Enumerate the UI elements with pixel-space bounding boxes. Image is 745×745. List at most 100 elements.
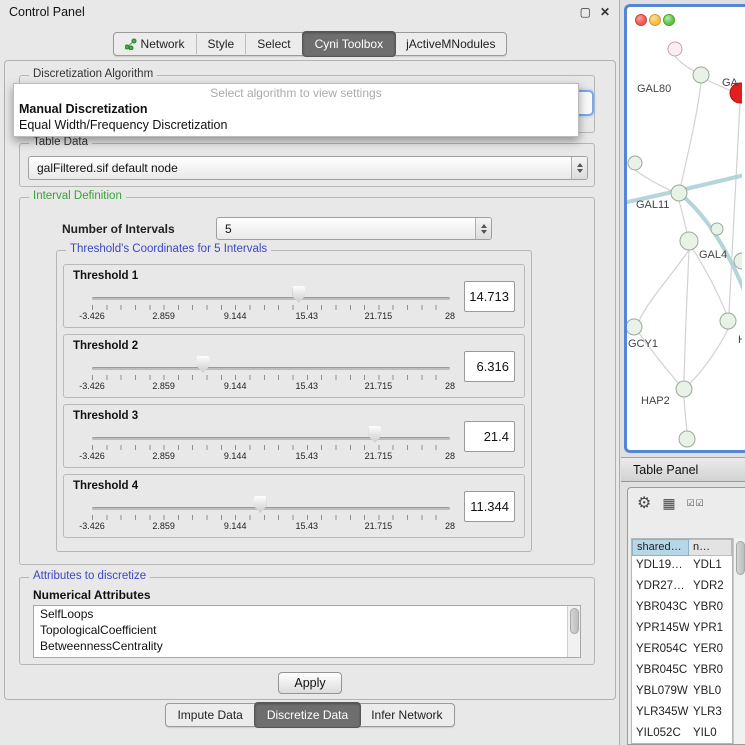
gear-icon[interactable]: ⚙ [637,493,651,513]
table-row[interactable]: YIL052CYIL0 [632,724,732,744]
table-cell: YBL0 [689,682,732,703]
slider-track[interactable] [92,367,450,370]
network-node[interactable] [676,381,692,397]
scrollbar-thumb[interactable] [570,608,579,634]
table-row[interactable]: YBR045CYBR0 [632,661,732,682]
tab-jactivemnodules[interactable]: jActiveMNodules [395,34,506,54]
slider-track[interactable] [92,437,450,440]
table-scrollbar[interactable] [733,538,745,744]
tick-label: 28 [445,311,455,321]
table-cell: YPR1 [689,619,732,640]
tick-label: 21.715 [365,451,393,461]
table-cell: YDL1 [689,556,732,577]
float-window-icon[interactable]: ▢ [580,5,591,19]
tick-label: 9.144 [224,521,247,531]
column-header-name[interactable]: n… [689,539,732,556]
network-node[interactable] [711,223,723,235]
node-label: GAL80 [637,83,671,95]
network-node[interactable] [679,431,695,447]
network-canvas[interactable]: GAL80GAGAL11GAL4GCY1HHAP2 [627,7,742,450]
scrollbar-thumb[interactable] [736,541,745,575]
tab-cyni-toolbox[interactable]: Cyni Toolbox [302,31,396,57]
slider-thumb-icon[interactable] [292,286,305,303]
network-edge[interactable] [690,329,728,383]
minimize-traffic-light-icon[interactable] [649,14,661,26]
slider-ticks [92,515,450,520]
tab-network[interactable]: Network [114,34,197,54]
network-node[interactable] [668,42,682,56]
control-panel-titlebar: Control Panel ▢ ✕ [0,0,619,24]
list-scrollbar[interactable] [567,606,580,657]
table-row[interactable]: YBL079WYBL0 [632,682,732,703]
table-row[interactable]: YDL19…YDL1 [632,556,732,577]
table-data-select[interactable]: galFiltered.sif default node [28,156,588,180]
threshold-value-input[interactable]: 6.316 [464,351,515,382]
slider-track[interactable] [92,297,450,300]
threshold-slider[interactable]: -3.4262.8599.14415.4321.71528 [92,355,450,397]
slider-track[interactable] [92,507,450,510]
list-item[interactable]: BetweennessCentrality [34,638,580,654]
combo-stepper-icon[interactable] [475,218,491,239]
select-columns-checkboxes-icon[interactable]: ☑☑ [687,498,705,509]
table-row[interactable]: YER054CYER0 [632,640,732,661]
tab-infer-network[interactable]: Infer Network [360,705,453,725]
tab-select[interactable]: Select [246,34,302,54]
number-of-intervals-select[interactable]: 5 [216,217,492,240]
slider-thumb-icon[interactable] [254,496,267,513]
threshold-value-input[interactable]: 11.344 [464,491,515,522]
network-edge[interactable] [681,83,701,185]
network-node[interactable] [720,313,736,329]
threshold-slider[interactable]: -3.4262.8599.14415.4321.71528 [92,285,450,327]
table-cell: YER054C [632,640,689,661]
network-edge[interactable] [684,250,689,381]
network-node[interactable] [627,319,642,335]
slider-thumb-icon[interactable] [196,356,209,373]
numerical-attributes-list[interactable]: SelfLoopsTopologicalCoefficientBetweenne… [33,605,581,658]
network-node[interactable] [680,232,698,250]
network-edge[interactable] [635,170,672,191]
table-cell: YLR345W [632,703,689,724]
network-view-window[interactable]: GAL80GAGAL11GAL4GCY1HHAP2 [624,4,745,453]
interval-definition-group: Interval Definition Number of Intervals … [19,197,595,565]
zoom-traffic-light-icon[interactable] [663,14,675,26]
tick-label: 9.144 [224,381,247,391]
apply-button[interactable]: Apply [278,672,342,694]
close-traffic-light-icon[interactable] [635,14,647,26]
threshold-label: Threshold 1 [73,270,138,282]
threshold-panel: Threshold 3-3.4262.8599.14415.4321.71528… [63,404,525,468]
algorithm-option[interactable]: Equal Width/Frequency Discretization [14,117,578,133]
table-data-group-label: Table Data [29,136,92,148]
network-edge[interactable] [679,201,687,233]
network-node[interactable] [671,185,687,201]
network-node[interactable] [693,67,709,83]
table-row[interactable]: YDR27…YDR2 [632,577,732,598]
table-row[interactable]: YLR345WYLR3 [632,703,732,724]
threshold-value-input[interactable]: 14.713 [464,281,515,312]
threshold-slider[interactable]: -3.4262.8599.14415.4321.71528 [92,425,450,467]
column-header-shared-name[interactable]: shared… [632,539,689,556]
columns-icon[interactable]: ▦ [662,495,675,512]
tab-style[interactable]: Style [197,34,247,54]
network-edge[interactable] [675,56,697,73]
table-row[interactable]: YBR043CYBR0 [632,598,732,619]
tab-discretize-data[interactable]: Discretize Data [254,702,361,728]
threshold-panel: Threshold 4-3.4262.8599.14415.4321.71528… [63,474,525,538]
tick-label: 2.859 [152,451,175,461]
slider-thumb-icon[interactable] [368,426,381,443]
table-panel-header: Table Panel [621,457,745,482]
algorithm-option[interactable]: Manual Discretization [14,101,578,117]
close-icon[interactable]: ✕ [600,5,610,19]
network-edge[interactable] [639,250,689,321]
list-item[interactable]: SelfLoops [34,606,580,622]
threshold-label: Threshold 2 [73,340,138,352]
combo-stepper-icon[interactable] [571,157,587,179]
table-row[interactable]: YPR145WYPR1 [632,619,732,640]
network-node[interactable] [628,156,642,170]
threshold-value-input[interactable]: 21.4 [464,421,515,452]
threshold-slider[interactable]: -3.4262.8599.14415.4321.71528 [92,495,450,537]
tab-label: Impute Data [177,708,242,722]
list-item[interactable]: TopologicalCoefficient [34,622,580,638]
tab-impute-data[interactable]: Impute Data [166,705,254,725]
algorithm-placeholder-option[interactable]: Select algorithm to view settings [14,84,578,101]
network-edge[interactable] [684,397,687,431]
